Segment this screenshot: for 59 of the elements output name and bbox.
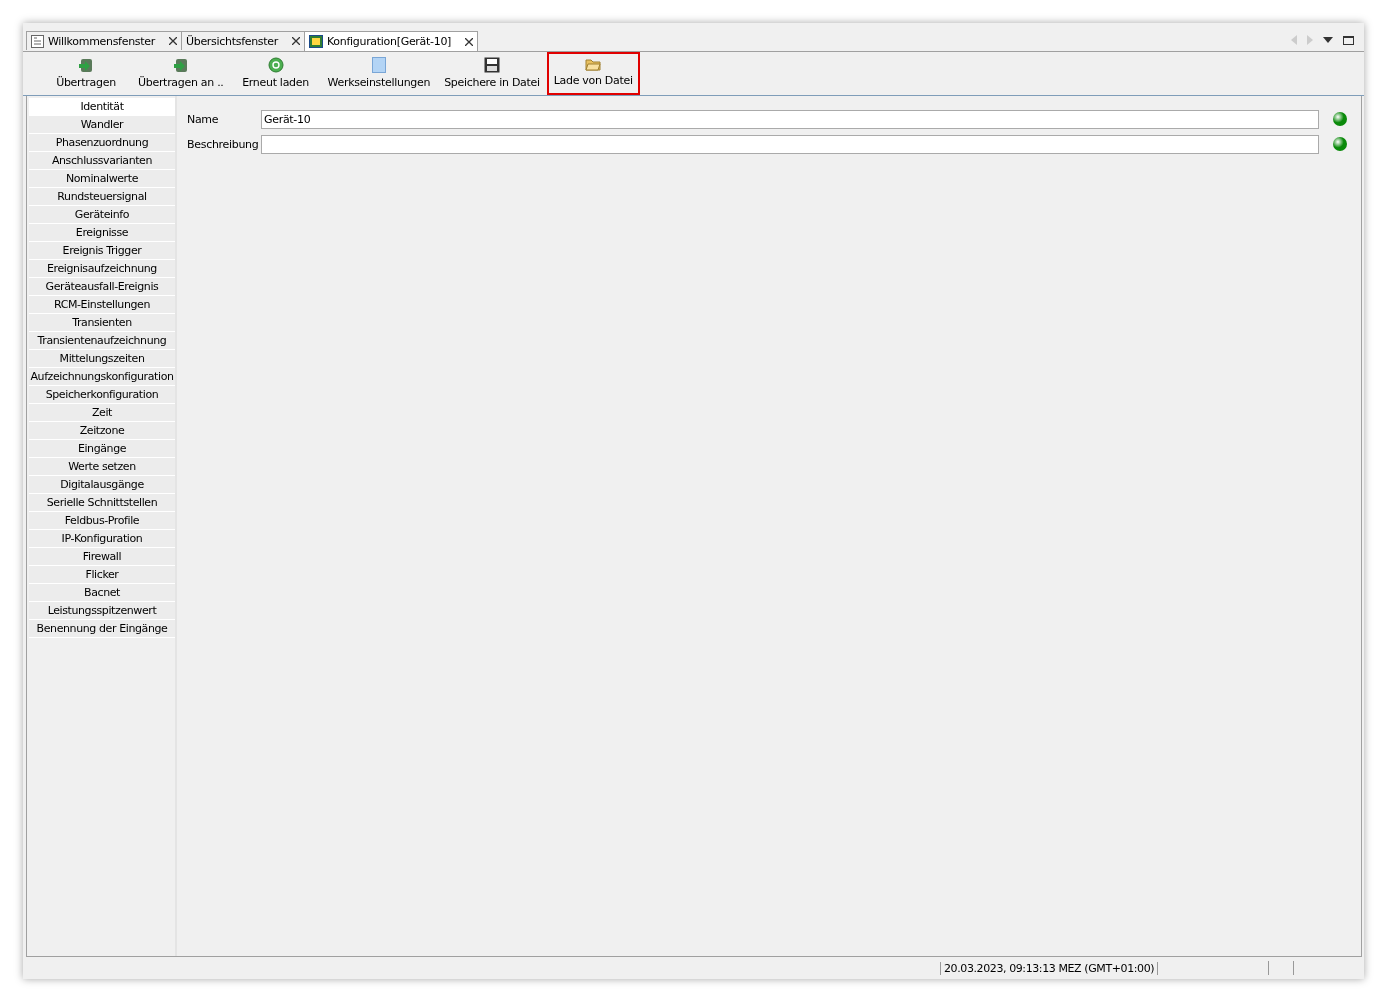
sidebar-item[interactable]: Leistungsspitzenwert: [29, 602, 175, 620]
tab-label: Konfiguration[Gerät-10]: [327, 35, 452, 48]
sidebar-item[interactable]: Werte setzen: [29, 458, 175, 476]
field-label: Name: [187, 112, 220, 126]
sidebar-item[interactable]: Transientenaufzeichnung: [29, 332, 175, 350]
sidebar-item[interactable]: Ereignisse: [29, 224, 175, 242]
tab[interactable]: Konfiguration[Gerät-10]: [304, 31, 479, 51]
panel-icon: [309, 35, 323, 48]
sidebar-item[interactable]: Transienten: [29, 314, 175, 332]
save-icon: [483, 57, 500, 73]
toolbar-button[interactable]: Lade von Datei: [546, 52, 640, 95]
sidebar-item[interactable]: Geräteausfall-Ereignis: [29, 278, 175, 296]
sidebar-item[interactable]: Digitalausgänge: [29, 476, 175, 494]
reload-icon: [267, 57, 284, 73]
sidebar-item[interactable]: Zeit: [29, 404, 175, 422]
toolbar-button[interactable]: Speichere in Datei: [437, 52, 547, 95]
toolbar-button[interactable]: Erneut laden: [230, 52, 321, 95]
sidebar-item[interactable]: Geräteinfo: [29, 206, 175, 224]
close-icon[interactable]: [465, 37, 474, 46]
sidebar-item[interactable]: Serielle Schnittstellen: [29, 494, 175, 512]
sidebar-item[interactable]: Anschlussvarianten: [29, 152, 175, 170]
sidebar-item[interactable]: Ereignisaufzeichnung: [29, 260, 175, 278]
transfer-icon: [78, 57, 94, 73]
sidebar-item[interactable]: Flicker: [29, 566, 175, 584]
input-field[interactable]: Gerät-10: [261, 109, 1319, 129]
sidebar-item[interactable]: Wandler: [29, 116, 175, 134]
tab[interactable]: Willkommensfenster: [26, 31, 182, 50]
sidebar-item[interactable]: Eingänge: [29, 440, 175, 458]
sidebar-item[interactable]: Firewall: [29, 548, 175, 566]
transfer-icon: [172, 57, 189, 73]
sidebar-item[interactable]: IP-Konfiguration: [29, 530, 175, 548]
field-label: Beschreibung: [187, 137, 257, 151]
tab-label: Übersichtsfenster: [185, 34, 278, 48]
dropdown-icon[interactable]: [1323, 37, 1333, 43]
sidebar-item[interactable]: Rundsteuersignal: [29, 188, 175, 206]
document-icon: [31, 34, 44, 48]
sidebar-item[interactable]: Phasenzuordnung: [29, 134, 175, 152]
input-field[interactable]: [261, 134, 1319, 154]
sidebar-item[interactable]: Aufzeichnungskonfiguration: [29, 368, 175, 386]
folder-icon: [585, 57, 602, 71]
sidebar-item[interactable]: Feldbus-Profile: [29, 512, 175, 530]
toolbar-button[interactable]: Werkseinstellungen: [320, 52, 438, 95]
sidebar-item[interactable]: Zeitzone: [29, 422, 175, 440]
sidebar-item[interactable]: Bacnet: [29, 584, 175, 602]
blank-page-icon: [371, 57, 386, 73]
sidebar-item[interactable]: Benennung der Eingänge: [29, 620, 175, 638]
close-icon[interactable]: [292, 37, 300, 45]
tab-label: Willkommensfenster: [48, 34, 155, 48]
toolbar-button[interactable]: Übertragen an ..: [131, 52, 231, 95]
sidebar-item[interactable]: Mittelungszeiten: [29, 350, 175, 368]
close-icon[interactable]: [168, 37, 177, 45]
sidebar-item[interactable]: Speicherkonfiguration: [29, 386, 175, 404]
toolbar-button[interactable]: Übertragen: [41, 52, 131, 95]
sidebar-item[interactable]: Identität: [29, 98, 175, 116]
sidebar-item[interactable]: Nominalwerte: [29, 170, 175, 188]
sidebar-item[interactable]: RCM-Einstellungen: [29, 296, 175, 314]
status-datetime: 20.03.2023, 09:13:13 MEZ (GMT+01:00): [940, 961, 1159, 975]
sidebar-item[interactable]: Ereignis Trigger: [29, 242, 175, 260]
maximize-icon[interactable]: [1343, 35, 1354, 45]
